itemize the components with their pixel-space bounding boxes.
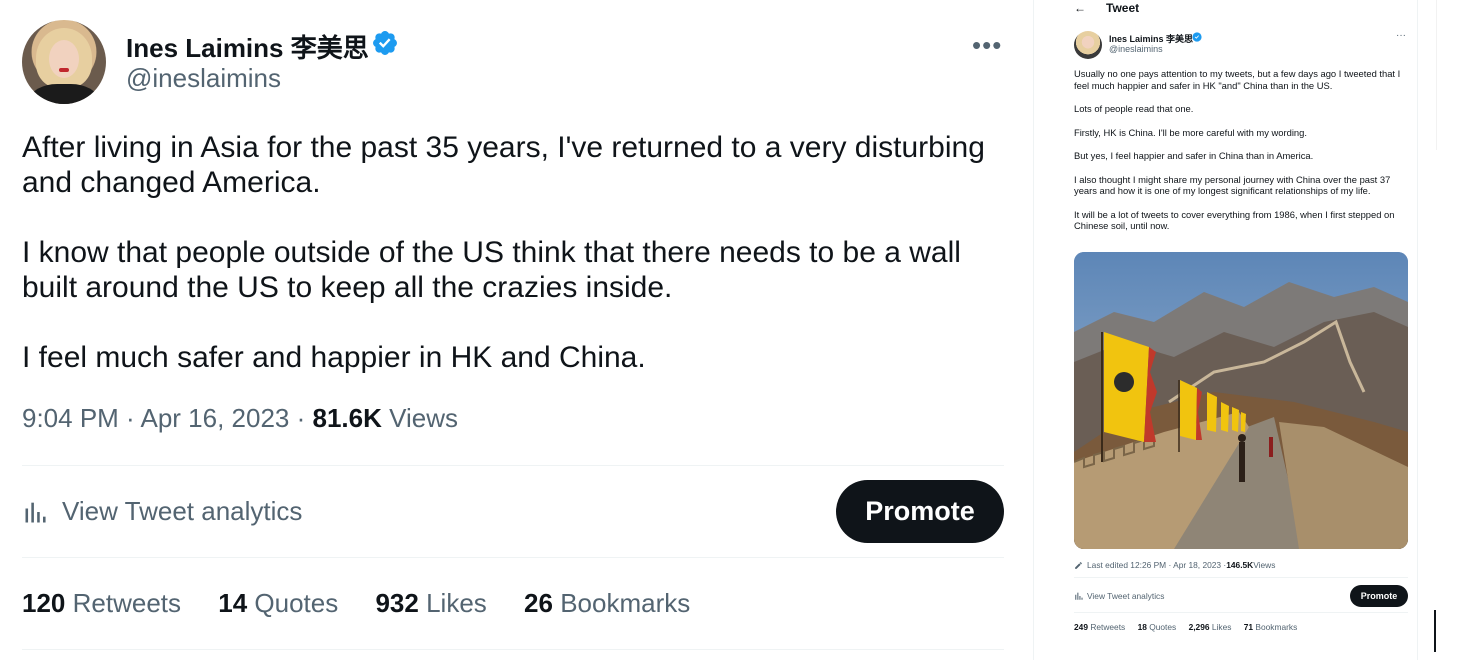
tweet-paragraph: Firstly, HK is China. I'll be more caref… (1074, 126, 1307, 138)
divider (1074, 612, 1408, 613)
engagement-stats: 249 Retweets 18 Quotes 2,296 Likes 71 Bo… (1074, 622, 1307, 632)
view-analytics-link[interactable]: View Tweet analytics (1074, 591, 1164, 601)
divider (22, 557, 1004, 558)
tweet-paragraph: It will be a lot of tweets to cover ever… (1074, 208, 1395, 232)
tweet-timestamp: 9:04 PM · Apr 16, 2023 · 81.6K Views (22, 403, 458, 434)
divider (22, 465, 1004, 466)
tweet-paragraph: I feel much safer and happier in HK and … (22, 341, 646, 374)
view-analytics-label: View Tweet analytics (62, 496, 303, 526)
analytics-icon (1075, 592, 1083, 600)
divider (1074, 577, 1408, 578)
more-options-icon[interactable]: ••• (972, 30, 1002, 61)
text-cursor (1434, 610, 1436, 652)
divider (22, 649, 1004, 650)
promote-button[interactable]: Promote (836, 480, 1004, 543)
tweet-text: Usually no one pays attention to my twee… (1074, 68, 1412, 244)
timestamp-link[interactable]: 9:04 PM · Apr 16, 2023 · (22, 403, 313, 433)
avatar[interactable] (22, 20, 106, 104)
quotes-stat[interactable]: 14 Quotes (218, 588, 338, 618)
pencil-icon (1075, 561, 1082, 569)
verified-badge-icon (1192, 32, 1202, 42)
main-tweet: Ines Laimins 李美思 @ineslaimins ••• After … (0, 0, 1030, 660)
back-arrow-icon[interactable]: ← (1074, 1, 1086, 15)
views-count: 81.6K (312, 403, 382, 433)
avatar[interactable] (1074, 31, 1102, 59)
tweet-paragraph: Lots of people read that one. (1074, 103, 1194, 114)
tweet-paragraph: Usually no one pays attention to my twee… (1074, 68, 1401, 91)
tweet-paragraph: I know that people outside of the US thi… (22, 236, 961, 304)
author-name[interactable]: Ines Laimins 李美思 (126, 28, 369, 65)
tweet-paragraph: But yes, I feel happier and safer in Chi… (1074, 150, 1314, 161)
verified-badge-icon (373, 31, 397, 55)
views-count: 146.5K (1226, 560, 1254, 570)
promote-button[interactable]: Promote (1350, 585, 1408, 607)
more-options-icon[interactable]: ··· (1396, 30, 1406, 41)
likes-stat[interactable]: 2,296 Likes (1189, 622, 1232, 632)
embedded-tweet-page: ← Tweet Ines Laimins 李美思 @ineslaimins ··… (1034, 0, 1417, 660)
engagement-stats: 120 Retweets 14 Quotes 932 Likes 26 Book… (22, 588, 720, 619)
column-separator (1417, 0, 1418, 660)
tweet-paragraph: I also thought I might share my personal… (1074, 173, 1391, 197)
tweet-photo-great-wall[interactable] (1074, 252, 1408, 549)
author-handle[interactable]: @ineslaimins (1109, 44, 1163, 54)
views-label: Views (1253, 560, 1276, 570)
bookmarks-stat[interactable]: 26 Bookmarks (524, 588, 690, 618)
page-title: Tweet (1106, 1, 1140, 15)
view-analytics-label: View Tweet analytics (1087, 591, 1165, 601)
edited-label[interactable]: Last edited 12:26 PM · Apr 18, 2023 · (1087, 560, 1226, 570)
tweet-text: After living in Asia for the past 35 yea… (22, 130, 1012, 410)
quotes-stat[interactable]: 18 Quotes (1138, 622, 1177, 632)
great-wall-illustration (1074, 252, 1408, 549)
bookmarks-stat[interactable]: 71 Bookmarks (1244, 622, 1298, 632)
analytics-icon (25, 502, 46, 522)
tweet-paragraph: After living in Asia for the past 35 yea… (22, 131, 985, 199)
views-label: Views (381, 403, 458, 433)
likes-stat[interactable]: 932 Likes (375, 588, 486, 618)
edge-line (1436, 0, 1437, 150)
retweets-stat[interactable]: 120 Retweets (22, 588, 181, 618)
view-analytics-link[interactable]: View Tweet analytics (22, 496, 302, 527)
edited-timestamp: Last edited 12:26 PM · Apr 18, 2023 · 14… (1074, 560, 1275, 570)
retweets-stat[interactable]: 249 Retweets (1074, 622, 1125, 632)
author-handle[interactable]: @ineslaimins (126, 63, 281, 94)
